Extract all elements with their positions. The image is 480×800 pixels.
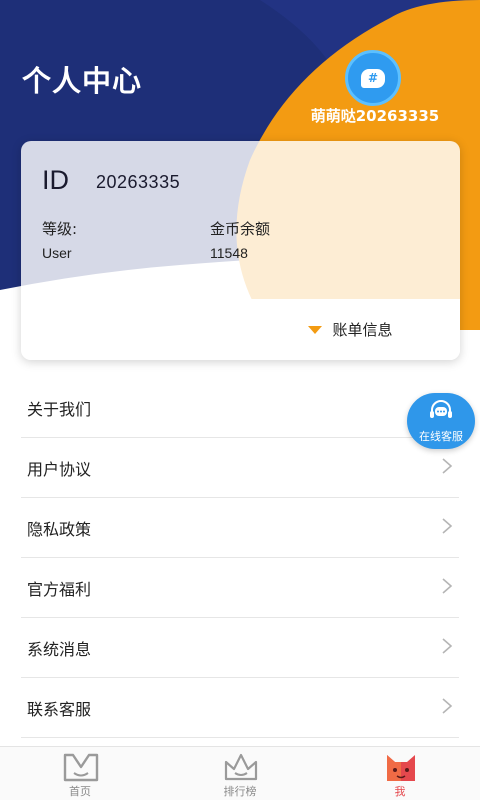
avatar[interactable]: # [345,50,401,106]
online-service-label: 在线客服 [419,430,463,443]
menu-item-contact-service[interactable]: 联系客服 [21,678,459,738]
coin-balance-value: 11548 [210,245,248,261]
page-title: 个人中心 [22,64,143,98]
bottom-tab-bar: 首页 排行榜 我 [0,746,480,800]
tab-ranking[interactable]: 排行榜 [200,747,280,800]
chat-bubble-hash-icon: # [361,68,385,88]
chevron-right-icon [441,637,453,659]
menu-item-system-messages[interactable]: 系统消息 [21,618,459,678]
cat-face-icon [382,751,420,787]
chevron-right-icon [441,457,453,479]
chevron-right-icon [441,577,453,599]
tab-label: 我 [394,785,406,798]
menu-item-label: 官方福利 [27,579,92,599]
menu-item-about[interactable]: 关于我们 [21,378,459,438]
tab-label: 首页 [69,785,91,798]
chevron-right-icon [441,517,453,539]
coin-balance-label: 金币余额 [210,220,271,238]
menu-item-official-benefits[interactable]: 官方福利 [21,558,459,618]
menu-item-label: 联系客服 [27,699,92,719]
crown-icon [222,751,260,787]
menu-item-label: 系统消息 [27,639,92,659]
home-m-icon [62,751,100,787]
menu-item-privacy-policy[interactable]: 隐私政策 [21,498,459,558]
bill-info-button[interactable]: 账单信息 [241,299,460,360]
tab-me[interactable]: 我 [360,747,440,800]
username: 萌萌哒20263335 [310,107,440,125]
menu-item-label: 隐私政策 [27,519,92,539]
avatar-glyph: # [367,71,379,85]
menu-item-user-agreement[interactable]: 用户协议 [21,438,459,498]
level-value: User [42,245,72,261]
id-value: 20263335 [96,172,181,192]
id-label: ID [42,165,69,195]
tab-home[interactable]: 首页 [40,747,120,800]
tab-label: 排行榜 [223,785,257,798]
level-label: 等级: [42,220,78,238]
triangle-down-icon [308,325,323,334]
account-card: ID 20263335 等级: 金币余额 User 11548 账单信息 [21,141,460,360]
menu-item-label: 用户协议 [27,459,92,479]
online-service-button[interactable]: 在线客服 [407,393,475,449]
bill-info-label: 账单信息 [332,321,393,339]
chevron-right-icon [441,697,453,719]
headset-chat-icon [427,398,455,430]
menu-item-label: 关于我们 [27,399,92,419]
